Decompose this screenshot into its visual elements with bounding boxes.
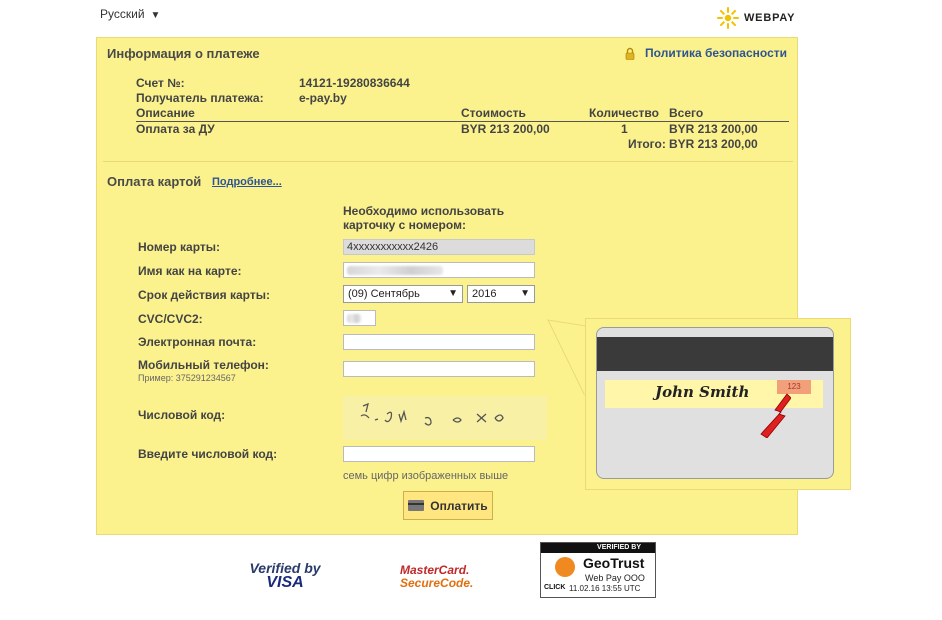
- captcha-caption: семь цифр изображенных выше: [343, 470, 509, 482]
- phone-hint: Пример: 375291234567: [138, 373, 236, 383]
- card-number-label: Номер карты:: [138, 240, 221, 254]
- expiry-year-value: 2016: [472, 288, 497, 300]
- row-price: BYR 213 200,00: [461, 122, 550, 136]
- cardholder-name-input[interactable]: [343, 262, 535, 278]
- row-description: Оплата за ДУ: [136, 122, 215, 136]
- mc-line1: MasterCard.: [400, 563, 470, 577]
- cvc-label: CVC/CVC2:: [138, 312, 203, 326]
- invoice-value: 14121-19280836644: [299, 76, 410, 90]
- geotrust-company: Web Pay OOO: [585, 573, 645, 583]
- grand-total-label: Итого:: [628, 137, 666, 151]
- geotrust-badge[interactable]: VERIFIED BY GeoTrust Web Pay OOO CLICK 1…: [540, 542, 656, 598]
- phone-input[interactable]: [343, 361, 535, 377]
- more-info-link[interactable]: Подробнее...: [212, 176, 282, 188]
- captcha-label: Числовой код:: [138, 408, 226, 422]
- pay-button[interactable]: Оплатить: [403, 491, 493, 520]
- webpay-logo: WEBPAY: [716, 6, 795, 30]
- card-back-illustration: John Smith 123: [596, 327, 834, 479]
- code-input[interactable]: [343, 446, 535, 462]
- tooltip-pointer: [547, 319, 588, 399]
- language-label: Русский: [100, 7, 145, 21]
- row-quantity: 1: [621, 122, 628, 136]
- privacy-policy-link[interactable]: Политика безопасности: [625, 46, 787, 60]
- code-input-label: Введите числовой код:: [138, 447, 278, 461]
- payment-info-title: Информация о платеже: [107, 46, 260, 61]
- dropdown-arrow-icon: ▼: [520, 288, 530, 299]
- recipient-value: e-pay.by: [299, 91, 347, 105]
- invoice-label: Счет №:: [136, 76, 185, 90]
- col-header-price: Стоимость: [461, 106, 526, 120]
- card-number-field: 4xxxxxxxxxxx2426: [343, 239, 535, 255]
- mastercard-securecode-badge: MasterCard. SecureCode.: [400, 563, 473, 590]
- col-header-description: Описание: [136, 106, 195, 120]
- webpay-sun-icon: [717, 7, 739, 29]
- expiry-year-select[interactable]: 2016 ▼: [467, 285, 535, 303]
- geotrust-click: CLICK: [544, 584, 566, 591]
- visa-line2: VISA: [266, 574, 304, 591]
- blurred-cvc: [347, 314, 361, 323]
- dropdown-arrow-icon: ▼: [150, 10, 161, 21]
- captcha-digits-icon: [360, 402, 504, 426]
- section-divider: [103, 161, 793, 162]
- card-payment-title: Оплата картой: [107, 174, 202, 189]
- recipient-label: Получатель платежа:: [136, 91, 264, 105]
- grand-total-value: BYR 213 200,00: [669, 137, 758, 151]
- geotrust-emblem-icon: [555, 557, 575, 577]
- phone-label: Мобильный телефон:: [138, 358, 269, 372]
- logo-text: WEBPAY: [744, 12, 796, 24]
- email-input[interactable]: [343, 334, 535, 350]
- magnetic-stripe: [597, 337, 833, 371]
- expiry-month-value: (09) Сентябрь: [348, 288, 420, 300]
- cvc-tooltip: John Smith 123: [585, 318, 851, 490]
- email-label: Электронная почта:: [138, 335, 257, 349]
- verified-by-visa-badge: Verified by VISA: [246, 560, 324, 592]
- privacy-policy-label: Политика безопасности: [645, 46, 787, 60]
- card-notice: Необходимо использовать карточку с номер…: [343, 204, 505, 232]
- card-holder-name: John Smith: [655, 383, 750, 401]
- captcha-image: [343, 396, 547, 440]
- geotrust-brand: GeoTrust: [583, 555, 645, 571]
- row-total: BYR 213 200,00: [669, 122, 758, 136]
- col-header-quantity: Количество: [589, 106, 659, 120]
- mc-line2: SecureCode.: [400, 576, 474, 590]
- expiry-month-select[interactable]: (09) Сентябрь ▼: [343, 285, 463, 303]
- dropdown-arrow-icon: ▼: [448, 288, 458, 299]
- col-header-total: Всего: [669, 106, 704, 120]
- expiry-label: Срок действия карты:: [138, 288, 270, 302]
- arrow-icon: [760, 393, 791, 438]
- pay-button-label: Оплатить: [430, 498, 488, 513]
- geotrust-top: VERIFIED BY: [541, 543, 655, 553]
- blurred-name: [347, 266, 443, 275]
- geotrust-stamp: 11.02.16 13:55 UTC: [569, 584, 641, 593]
- cardholder-name-label: Имя как на карте:: [138, 264, 242, 278]
- cvc-input[interactable]: [343, 310, 376, 326]
- lock-icon: [625, 47, 635, 60]
- card-icon: [408, 500, 425, 511]
- language-select[interactable]: Русский ▼: [100, 7, 160, 21]
